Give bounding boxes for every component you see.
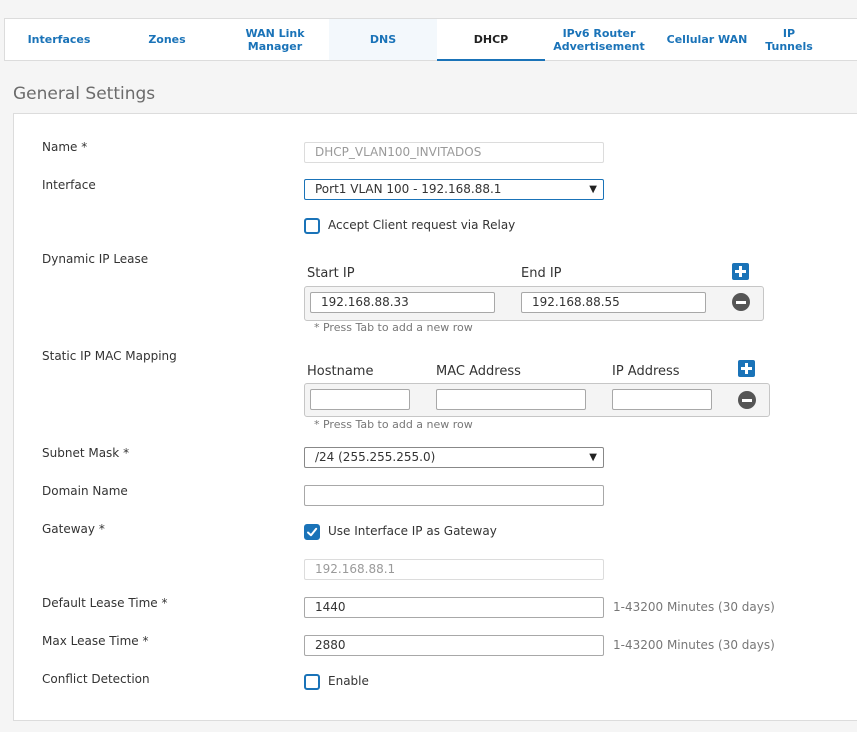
interface-select-value: Port1 VLAN 100 - 192.168.88.1 (315, 182, 502, 196)
name-field: DHCP_VLAN100_INVITADOS (304, 142, 604, 163)
max-lease-time-unit: 1-43200 Minutes (30 days) (613, 638, 775, 652)
tab-zones[interactable]: Zones (113, 19, 221, 60)
relay-checkbox[interactable] (304, 218, 320, 234)
use-interface-ip-checkbox[interactable] (304, 524, 320, 540)
tab-ip-tunnels[interactable]: IP Tunnels (761, 19, 817, 60)
tab-cellular-wan[interactable]: Cellular WAN (653, 19, 761, 60)
max-lease-time-label: Max Lease Time * (42, 634, 149, 648)
static-ip-mac-mapping-label: Static IP MAC Mapping (42, 349, 177, 363)
checkmark-icon (307, 527, 318, 537)
dynamic-ip-lease-label: Dynamic IP Lease (42, 252, 149, 266)
domain-name-label: Domain Name (42, 484, 128, 498)
gateway-field: 192.168.88.1 (304, 559, 604, 580)
start-ip-header: Start IP (307, 266, 355, 281)
gateway-label: Gateway * (42, 522, 105, 536)
ip-address-header: IP Address (612, 364, 680, 379)
max-lease-time-input[interactable]: 2880 (304, 635, 604, 656)
name-label: Name * (42, 140, 88, 154)
domain-name-input[interactable] (304, 485, 604, 506)
hostname-header: Hostname (307, 364, 374, 379)
mac-address-input[interactable] (436, 389, 586, 410)
use-interface-ip-label: Use Interface IP as Gateway (328, 524, 497, 538)
conflict-detection-enable-label: Enable (328, 674, 369, 688)
dropdown-arrow-icon: ▼ (589, 452, 597, 463)
subnet-mask-label: Subnet Mask * (42, 446, 130, 460)
general-settings-panel (13, 113, 857, 721)
default-lease-time-input[interactable]: 1440 (304, 597, 604, 618)
add-static-row-icon[interactable] (738, 360, 755, 377)
section-title: General Settings (13, 84, 156, 104)
dropdown-arrow-icon: ▼ (589, 184, 597, 195)
start-ip-input[interactable]: 192.168.88.33 (310, 292, 495, 313)
remove-dynamic-row-icon[interactable] (732, 293, 750, 311)
subnet-mask-select-value: /24 (255.255.255.0) (315, 450, 436, 464)
interface-select[interactable]: Port1 VLAN 100 - 192.168.88.1 ▼ (304, 179, 604, 200)
default-lease-time-label: Default Lease Time * (42, 596, 168, 610)
end-ip-input[interactable]: 192.168.88.55 (521, 292, 706, 313)
tab-wan-link-manager[interactable]: WAN Link Manager (221, 19, 329, 60)
conflict-detection-label: Conflict Detection (42, 672, 150, 686)
static-mapping-hint: * Press Tab to add a new row (314, 418, 473, 431)
tab-dns[interactable]: DNS (329, 19, 437, 60)
relay-checkbox-label: Accept Client request via Relay (328, 218, 516, 232)
interface-label: Interface (42, 178, 96, 192)
conflict-detection-checkbox[interactable] (304, 674, 320, 690)
end-ip-header: End IP (521, 266, 562, 281)
ip-address-input[interactable] (612, 389, 712, 410)
tab-interfaces[interactable]: Interfaces (5, 19, 113, 60)
add-dynamic-row-icon[interactable] (732, 263, 749, 280)
mac-address-header: MAC Address (436, 364, 521, 379)
tab-ipv6-router-advertisement[interactable]: IPv6 Router Advertisement (545, 19, 653, 60)
tab-bar: Interfaces Zones WAN Link Manager DNS DH… (4, 18, 857, 61)
tab-dhcp[interactable]: DHCP (437, 19, 545, 61)
subnet-mask-select[interactable]: /24 (255.255.255.0) ▼ (304, 447, 604, 468)
hostname-input[interactable] (310, 389, 410, 410)
remove-static-row-icon[interactable] (738, 391, 756, 409)
default-lease-time-unit: 1-43200 Minutes (30 days) (613, 600, 775, 614)
dynamic-lease-hint: * Press Tab to add a new row (314, 321, 473, 334)
